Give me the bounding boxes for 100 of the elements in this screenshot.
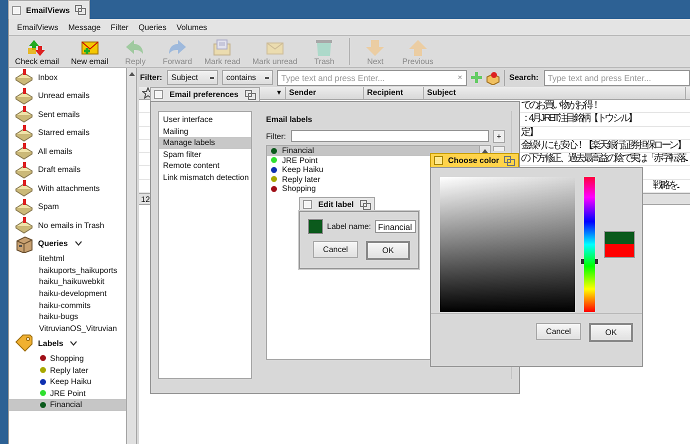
menu-item[interactable]: EmailViews	[12, 22, 64, 32]
window-tab[interactable]: EmailViews	[8, 0, 90, 19]
menu-item[interactable]: Volumes	[171, 22, 212, 32]
hue-slider[interactable]	[584, 177, 595, 312]
zoom-icon	[504, 156, 516, 166]
slider-thumb[interactable]	[581, 259, 598, 264]
sidebar-item[interactable]: Inbox	[9, 68, 126, 86]
email-subject: の下方修正、過去最高益の陰で実は「赤字転落...	[521, 153, 687, 166]
window-tab[interactable]: Choose color	[430, 153, 520, 167]
sort-arrow[interactable]: ▾	[277, 88, 281, 97]
dialog-button[interactable]: Cancel	[536, 323, 581, 340]
sidebar-item[interactable]: All emails	[9, 142, 126, 160]
sidebar-item[interactable]: With attachments	[9, 179, 126, 198]
dialog-button[interactable]: OK	[589, 323, 633, 342]
sidebar-group[interactable]: Labels	[9, 334, 126, 353]
close-box[interactable]	[434, 156, 443, 165]
down-arrow-icon	[364, 38, 386, 56]
window-title: Edit label	[317, 200, 355, 209]
window-title: Choose color	[448, 156, 500, 165]
sidebar-item[interactable]: Shopping	[9, 352, 126, 364]
email-subject: でのお買い物がお得！	[521, 100, 600, 112]
sidebar-item[interactable]: haiku-bugs	[9, 310, 126, 323]
tag-icon	[15, 334, 33, 352]
sidebar-item[interactable]: Financial	[9, 399, 126, 411]
column-header[interactable]: Sender	[286, 87, 364, 99]
scroll-bar[interactable]	[126, 68, 137, 444]
list-item[interactable]: Shopping	[267, 184, 319, 194]
sidebar-item[interactable]: haikuports_haikuports	[9, 264, 126, 276]
dropdown[interactable]: contains	[222, 70, 274, 85]
dialog-button[interactable]: OK	[366, 241, 410, 260]
chevron-down-icon	[70, 340, 78, 346]
sidebar-group[interactable]: Queries	[9, 234, 126, 253]
list-item[interactable]: Mailing	[159, 126, 251, 138]
dialog-button[interactable]: Cancel	[313, 241, 358, 258]
search-label: Search:	[509, 73, 539, 82]
sidebar-item[interactable]: VitruvianOS_Vitruvian	[9, 322, 126, 334]
add-button[interactable]: +	[493, 130, 505, 142]
toolbar-button[interactable]: Check email	[11, 36, 64, 67]
color-field[interactable]	[440, 177, 575, 312]
sidebar-item[interactable]: Draft emails	[9, 160, 126, 179]
name-field[interactable]: Financial	[375, 220, 416, 233]
list-item[interactable]: Remote content	[159, 160, 251, 172]
zoom-icon	[360, 200, 371, 210]
column-header[interactable]: Subject	[424, 87, 686, 99]
column-header[interactable]: Recipient	[364, 87, 424, 99]
color-preview	[604, 231, 635, 258]
dash-icon	[265, 76, 270, 78]
window-title: Email preferences	[168, 90, 240, 99]
list-item[interactable]: JRE Point	[267, 156, 321, 165]
email-subject: 戦略を...	[653, 180, 678, 192]
menu-item[interactable]: Queries	[133, 22, 172, 32]
right-arrow-icon	[166, 38, 188, 56]
toolbar-button[interactable]: New email	[67, 36, 112, 67]
email-subject: ：4月J-REIT注目銘柄【トウシル】	[521, 113, 636, 126]
chevron-down-icon	[74, 241, 82, 246]
filter-field[interactable]: Type text and press Enter... ×	[277, 70, 468, 86]
zoom-icon	[245, 90, 256, 100]
filter-field[interactable]	[291, 130, 489, 142]
sidebar-item[interactable]: litehtml	[9, 253, 126, 265]
list-item[interactable]: Financial	[267, 146, 479, 156]
window-tab[interactable]: Email preferences	[150, 87, 260, 101]
list-item[interactable]: User interface	[159, 114, 251, 126]
mailbox-icon	[15, 160, 33, 179]
mailbox-icon	[15, 124, 33, 142]
mailbox-icon	[15, 68, 33, 86]
sidebar-item[interactable]: Spam	[9, 198, 126, 216]
mailbox-icon	[15, 142, 33, 160]
window-tab[interactable]: Edit label	[299, 197, 375, 211]
close-box[interactable]	[12, 6, 21, 14]
list-item[interactable]: Spam filter	[159, 148, 251, 160]
sidebar-item[interactable]: haiku-development	[9, 288, 126, 300]
arrows-icon	[26, 38, 48, 56]
list-button[interactable]	[493, 146, 505, 151]
color-swatch[interactable]	[308, 219, 323, 234]
close-box[interactable]	[303, 200, 312, 209]
list-item[interactable]: Reply later	[267, 174, 324, 184]
sidebar-item[interactable]: JRE Point	[9, 387, 126, 400]
mailbox-icon	[15, 86, 33, 105]
list-item[interactable]: Link mismatch detection	[159, 172, 251, 184]
sidebar-item[interactable]: Sent emails	[9, 105, 126, 124]
sidebar-item[interactable]: No emails in Trash	[9, 216, 126, 234]
sidebar-item[interactable]: haiku_haikuwebkit	[9, 276, 126, 288]
clear-button[interactable]: ×	[454, 73, 466, 82]
sidebar-item[interactable]: Keep Haiku	[9, 376, 126, 388]
up-arrow-icon	[128, 72, 134, 76]
search-field[interactable]: Type text and press Enter...	[544, 70, 690, 86]
sidebar-item[interactable]: Unread emails	[9, 86, 126, 105]
sidebar-item[interactable]: Starred emails	[9, 124, 126, 142]
dropdown[interactable]: Subject	[167, 70, 218, 85]
email-subject: 定】	[521, 126, 537, 139]
up-arrow-icon	[406, 38, 429, 56]
list-item[interactable]: Manage labels	[159, 137, 251, 149]
cabinet-icon	[15, 234, 33, 253]
list-item[interactable]: Keep Haiku	[267, 165, 326, 174]
sidebar-item[interactable]: haiku-commits	[9, 299, 126, 311]
section-heading: Email labels	[266, 114, 314, 126]
sidebar-item[interactable]: Reply later	[9, 364, 126, 376]
menu-item[interactable]: Message	[63, 22, 106, 32]
menu-item[interactable]: Filter	[106, 22, 134, 32]
close-box[interactable]	[154, 90, 163, 99]
